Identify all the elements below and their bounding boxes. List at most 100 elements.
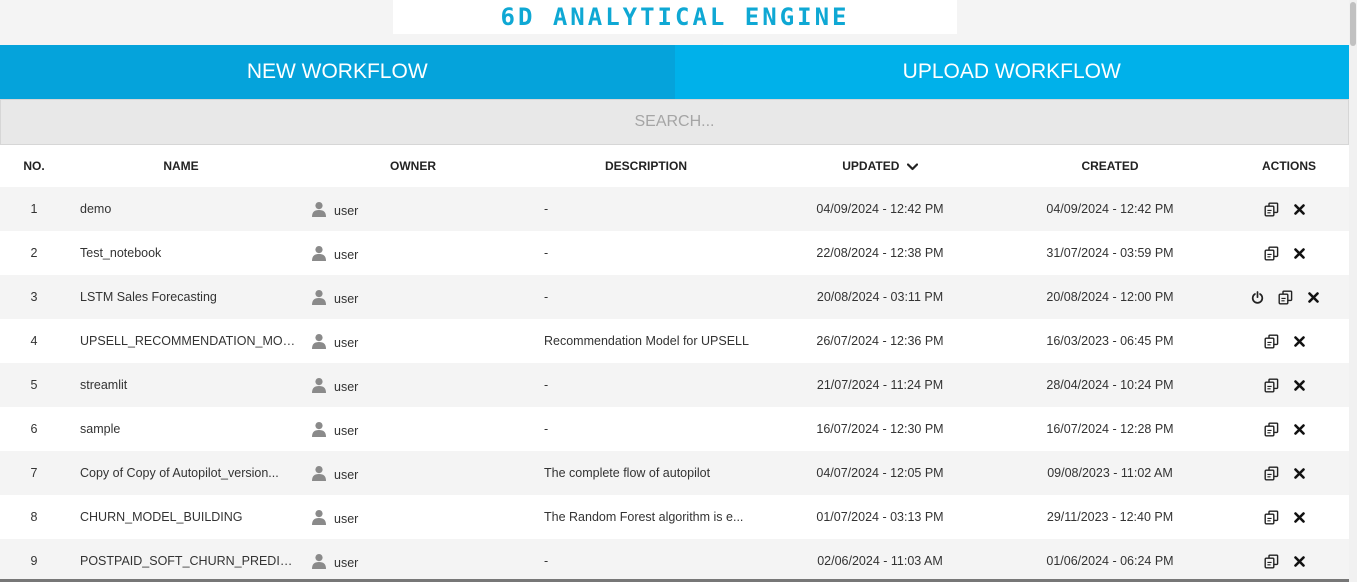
row-actions — [1230, 465, 1340, 481]
row-number: 1 — [30, 202, 38, 216]
row-number: 2 — [30, 246, 38, 260]
workflow-name[interactable]: Test_notebook — [80, 246, 300, 260]
updated-date: 20/08/2024 - 03:11 PM — [816, 290, 944, 304]
copy-icon[interactable] — [1263, 333, 1279, 349]
updated-date: 02/06/2024 - 11:03 AM — [817, 554, 943, 568]
close-icon[interactable] — [1291, 377, 1307, 393]
close-icon[interactable] — [1291, 509, 1307, 525]
copy-icon[interactable] — [1263, 377, 1279, 393]
table-row[interactable]: 9 POSTPAID_SOFT_CHURN_PREDICIT... user -… — [0, 539, 1357, 582]
workflow-name[interactable]: LSTM Sales Forecasting — [80, 290, 300, 304]
column-header-updated[interactable]: UPDATED — [760, 159, 1000, 173]
updated-date: 26/07/2024 - 12:36 PM — [816, 334, 944, 348]
created-date: 01/06/2024 - 06:24 PM — [1046, 554, 1174, 568]
workflow-name[interactable]: Copy of Copy of Autopilot_version... — [80, 466, 300, 480]
close-icon[interactable] — [1291, 333, 1307, 349]
table-row[interactable]: 5 streamlit user - 21/07/2024 - 11:24 PM… — [0, 363, 1357, 407]
copy-icon[interactable] — [1263, 421, 1279, 437]
column-header-created[interactable]: CREATED — [990, 159, 1230, 173]
row-number: 6 — [30, 422, 38, 436]
row-number: 5 — [30, 378, 38, 392]
created-date: 31/07/2024 - 03:59 PM — [1046, 246, 1174, 260]
user-icon — [311, 377, 327, 393]
search-bar — [0, 99, 1349, 145]
created-date: 04/09/2024 - 12:42 PM — [1046, 202, 1174, 216]
workflow-name[interactable]: CHURN_MODEL_BUILDING — [80, 510, 300, 524]
user-icon — [311, 245, 327, 261]
close-icon[interactable] — [1291, 421, 1307, 437]
close-icon[interactable] — [1291, 201, 1307, 217]
tab-new-workflow[interactable]: NEW WORKFLOW — [0, 45, 675, 99]
table-row[interactable]: 1 demo user - 04/09/2024 - 12:42 PM 04/0… — [0, 187, 1357, 231]
row-number: 3 — [30, 290, 38, 304]
workflow-description: - — [544, 290, 549, 304]
tab-upload-workflow[interactable]: UPLOAD WORKFLOW — [674, 45, 1349, 99]
power-icon[interactable] — [1249, 289, 1265, 305]
row-actions — [1230, 333, 1340, 349]
updated-date: 04/09/2024 - 12:42 PM — [816, 202, 944, 216]
workflow-list-page: 6D ANALYTICAL ENGINE NEW WORKFLOW UPLOAD… — [0, 0, 1357, 582]
updated-date: 04/07/2024 - 12:05 PM — [816, 466, 944, 480]
created-date: 29/11/2023 - 12:40 PM — [1046, 510, 1174, 524]
row-actions — [1230, 377, 1340, 393]
table-row[interactable]: 4 UPSELL_RECOMMENDATION_MOD... user Reco… — [0, 319, 1357, 363]
workflow-name[interactable]: sample — [80, 422, 300, 436]
row-actions — [1230, 509, 1340, 525]
workflow-description: Recommendation Model for UPSELL — [544, 334, 749, 348]
row-number: 8 — [30, 510, 38, 524]
table-row[interactable]: 6 sample user - 16/07/2024 - 12:30 PM 16… — [0, 407, 1357, 451]
user-icon — [311, 289, 327, 305]
table-row[interactable]: 7 Copy of Copy of Autopilot_version... u… — [0, 451, 1357, 495]
row-actions — [1230, 421, 1340, 437]
owner-name: user — [334, 468, 359, 482]
table-row[interactable]: 8 CHURN_MODEL_BUILDING user The Random F… — [0, 495, 1357, 539]
owner-name: user — [334, 512, 359, 526]
workflow-name[interactable]: demo — [80, 202, 300, 216]
close-icon[interactable] — [1291, 465, 1307, 481]
created-date: 20/08/2024 - 12:00 PM — [1046, 290, 1174, 304]
column-header-description[interactable]: DESCRIPTION — [546, 159, 746, 173]
owner-name: user — [334, 424, 359, 438]
row-number: 4 — [30, 334, 38, 348]
row-actions — [1230, 289, 1340, 305]
search-input[interactable] — [1, 100, 1348, 144]
vertical-scrollbar[interactable] — [1349, 0, 1357, 582]
row-number: 9 — [30, 554, 38, 568]
workflow-name[interactable]: POSTPAID_SOFT_CHURN_PREDICIT... — [80, 554, 300, 568]
copy-icon[interactable] — [1263, 245, 1279, 261]
row-actions — [1230, 245, 1340, 261]
chevron-down-icon[interactable] — [906, 163, 918, 171]
close-icon[interactable] — [1305, 289, 1321, 305]
logo-text: 6D ANALYTICAL ENGINE — [500, 3, 850, 31]
copy-icon[interactable] — [1263, 201, 1279, 217]
copy-icon[interactable] — [1263, 553, 1279, 569]
table-body: 1 demo user - 04/09/2024 - 12:42 PM 04/0… — [0, 187, 1357, 582]
vertical-scrollbar-thumb[interactable] — [1350, 2, 1356, 46]
owner-name: user — [334, 380, 359, 394]
workflow-name[interactable]: streamlit — [80, 378, 300, 392]
copy-icon[interactable] — [1277, 289, 1293, 305]
table-row[interactable]: 2 Test_notebook user - 22/08/2024 - 12:3… — [0, 231, 1357, 275]
workflow-description: - — [544, 378, 549, 392]
created-date: 09/08/2023 - 11:02 AM — [1047, 466, 1173, 480]
workflow-description: The Random Forest algorithm is e... — [544, 510, 744, 524]
workflow-name[interactable]: UPSELL_RECOMMENDATION_MOD... — [80, 334, 300, 348]
copy-icon[interactable] — [1263, 465, 1279, 481]
table-row[interactable]: 3 LSTM Sales Forecasting user - 20/08/20… — [0, 275, 1357, 319]
close-icon[interactable] — [1291, 553, 1307, 569]
updated-date: 16/07/2024 - 12:30 PM — [816, 422, 944, 436]
column-header-no[interactable]: NO. — [0, 159, 68, 173]
column-header-name[interactable]: NAME — [80, 159, 282, 173]
column-header-owner[interactable]: OWNER — [313, 159, 513, 173]
workflow-description: - — [544, 246, 549, 260]
owner-name: user — [334, 204, 359, 218]
owner-name: user — [334, 556, 359, 570]
copy-icon[interactable] — [1263, 509, 1279, 525]
updated-date: 22/08/2024 - 12:38 PM — [816, 246, 944, 260]
created-date: 16/03/2023 - 06:45 PM — [1046, 334, 1174, 348]
workflow-description: - — [544, 554, 549, 568]
user-icon — [311, 201, 327, 217]
owner-name: user — [334, 248, 359, 262]
user-icon — [311, 509, 327, 525]
close-icon[interactable] — [1291, 245, 1307, 261]
